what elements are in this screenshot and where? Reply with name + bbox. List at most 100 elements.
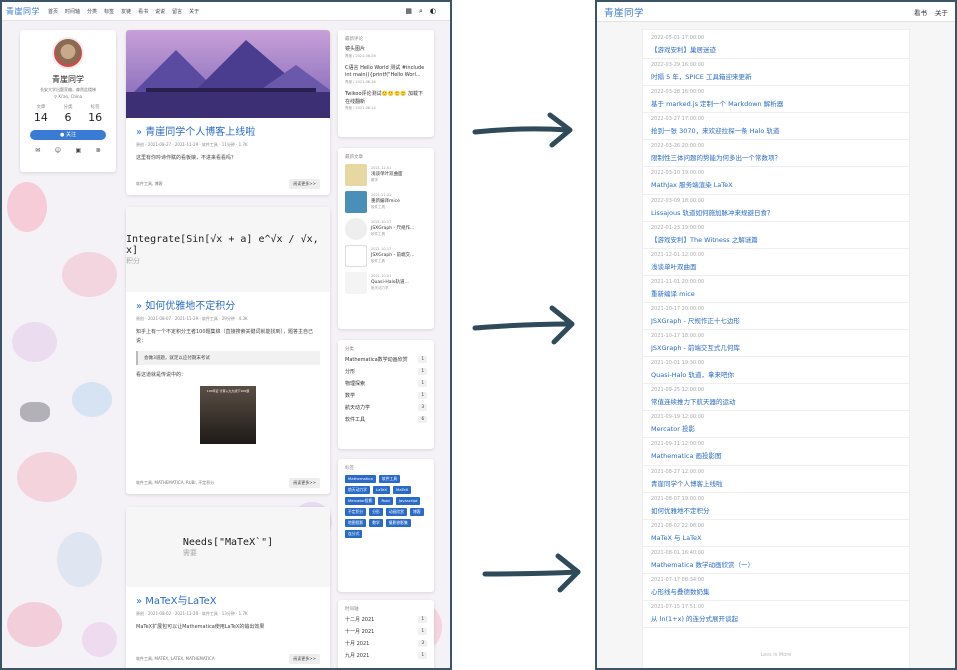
recent-post-item[interactable]: 2021-10-01 Quasi-Halo轨道... 航天动力学: [345, 272, 427, 294]
post-title[interactable]: » MaTeX与LaTeX: [136, 592, 320, 607]
archive-row: 2021-07-17 08:34:00 心形线与叠德数奶集: [643, 574, 909, 601]
read-more-button[interactable]: 阅读更多>>: [289, 179, 320, 189]
archive-post-link[interactable]: JSXGraph - 尺规作正十七边形: [651, 315, 901, 325]
read-more-button[interactable]: 阅读更多>>: [289, 478, 320, 488]
archive-post-link[interactable]: Mercator 投影: [651, 423, 901, 433]
nav-item-books[interactable]: 看书: [914, 7, 927, 17]
stat-tags[interactable]: 标签 16: [88, 104, 102, 124]
tag-chip[interactable]: 数学: [369, 519, 383, 527]
nav-item-about[interactable]: 关于: [935, 7, 948, 17]
post-title[interactable]: » 如何优雅地不定积分: [136, 297, 320, 312]
tag-chip[interactable]: 连分式: [345, 530, 363, 538]
archive-month-item[interactable]: 十二月 2021 1: [345, 616, 427, 623]
nav-item-links[interactable]: 友链: [121, 8, 131, 15]
tag-chip[interactable]: 摄影修影集: [385, 519, 411, 527]
tag-chip[interactable]: 航天动力学: [345, 486, 370, 494]
tag-chip[interactable]: 动画欣赏: [385, 508, 407, 516]
archive-post-link[interactable]: Mathematica 画投影图: [651, 450, 901, 460]
recent-post-item[interactable]: 2021-10-17 JSXGraph - 尺规作... 软件工具: [345, 218, 427, 240]
archive-post-link[interactable]: 浅谈单叶双曲面: [651, 261, 901, 271]
rss-icon[interactable]: ⋑: [96, 147, 101, 154]
tag-chip[interactable]: 分形: [369, 508, 383, 516]
tag-chip[interactable]: Rubi: [378, 497, 393, 505]
archive-post-link[interactable]: MaTeX 与 LaTeX: [651, 532, 901, 542]
archive-post-link[interactable]: 如何优雅地不定积分: [651, 505, 901, 515]
post-meta: 原创 · 2021-08-02 · 2021-11-29 · 软件工具 · 13…: [136, 611, 248, 616]
recent-post-item[interactable]: 2021-12-01 浅谈单叶双曲面 数学: [345, 164, 427, 186]
chat-icon[interactable]: ☺: [55, 147, 61, 154]
site-logo[interactable]: 青崖同学: [6, 6, 40, 17]
archive-post-link[interactable]: 【游戏安利】巢居迷迹: [651, 44, 901, 54]
post-tags[interactable]: 软件工具, 博客: [136, 181, 163, 187]
archive-month-item[interactable]: 十月 2021 3: [345, 640, 427, 647]
archive-post-link[interactable]: Lissajous 轨道如何施加脉冲来规避日食？: [651, 207, 901, 217]
post-tags[interactable]: 软件工具, MATHEMATICA, RUBI, 不定积分: [136, 480, 214, 486]
archive-post-link[interactable]: 心形线与叠德数奶集: [651, 586, 901, 596]
archive-post-link[interactable]: MathJax 服务端渲染 LaTeX: [651, 179, 901, 189]
archive-post-link[interactable]: 青崖同学个人博客上线啦: [651, 478, 901, 488]
archive-post-link[interactable]: 抢到一张 3070，来欢迎拉探一条 Halo 轨道: [651, 125, 901, 135]
archive-post-link[interactable]: 重新编译 mice: [651, 288, 901, 298]
tag-chip[interactable]: Mathematica: [345, 475, 376, 483]
archive-post-link[interactable]: Mathematica 数学动画欣赏（一）: [651, 559, 901, 569]
nav-item-about[interactable]: 关于: [189, 8, 199, 15]
site-logo[interactable]: 青崖同学: [604, 5, 644, 19]
stat-posts[interactable]: 文章 14: [34, 104, 48, 124]
post-excerpt-2: 看这道就是传说中的：: [136, 372, 187, 378]
archive-post-link[interactable]: Quasi-Halo 轨道，拿来吧你: [651, 369, 901, 379]
archive-post-link[interactable]: 时隔 5 年，SPICE 工具箱迎来更新: [651, 71, 901, 81]
recent-post-item[interactable]: 2021-10-17 JSXGraph - 前端交... 软件工具: [345, 245, 427, 267]
tag-chip[interactable]: 不定积分: [345, 508, 367, 516]
archive-post-link[interactable]: JSXGraph - 前端交互式几何库: [651, 342, 901, 352]
comment-item[interactable]: C语言 Hello World 测试 #include int main(){p…: [345, 65, 427, 85]
follow-button[interactable]: ● 关注: [30, 130, 106, 140]
archive-post-link[interactable]: 限制性三体问题的势能为何多出一个常数项？: [651, 152, 901, 162]
category-item[interactable]: 航天动力学 3: [345, 404, 427, 411]
post-cover-formula[interactable]: Integrate[Sin[√x + a] e^√x / √x, x] 积分: [126, 207, 330, 292]
email-icon[interactable]: ✉: [35, 147, 40, 154]
tag-chip[interactable]: MaTeX: [393, 486, 412, 494]
comment-item[interactable]: 镜头图片 青崖 / 2021-08-26: [345, 46, 427, 59]
footer-slogan: Less is More: [760, 652, 792, 658]
tag-chip[interactable]: Mercator投影: [345, 497, 376, 505]
nav-item-home[interactable]: 首页: [48, 8, 58, 15]
archive-post-link[interactable]: 基于 marked.js 定制一个 Markdown 解析器: [651, 98, 901, 108]
dark-mode-icon[interactable]: ◐: [430, 7, 436, 16]
post-cover-formula[interactable]: Needs["MaTeX`"] 需要: [126, 507, 330, 587]
post-inline-image[interactable]: 100年证 计算入九九线下100题: [200, 385, 256, 444]
archive-month-item[interactable]: 九月 2021 1: [345, 652, 427, 659]
nav-item-timeline[interactable]: 时间轴: [65, 8, 80, 15]
archive-post-link[interactable]: 从 ln(1+x) 的连分式展开谈起: [651, 613, 901, 623]
bilibili-icon[interactable]: ▣: [76, 147, 82, 154]
nav-item-categories[interactable]: 分类: [87, 8, 97, 15]
tag-chip[interactable]: 地图投影: [345, 519, 367, 527]
search-icon[interactable]: ⌕: [419, 7, 423, 16]
category-item[interactable]: 分形 1: [345, 368, 427, 375]
tag-chip[interactable]: LaTeX: [372, 486, 391, 494]
post-title[interactable]: » 青崖同学个人博客上线啦: [136, 123, 320, 138]
recent-post-item[interactable]: 2021-11-01 重新编译mice 软件工具: [345, 191, 427, 213]
tag-chip[interactable]: Javascript: [395, 497, 421, 505]
category-item[interactable]: 数学 1: [345, 392, 427, 399]
archive-month-item[interactable]: 十一月 2021 1: [345, 628, 427, 635]
comment-item[interactable]: Twikoo评论测试🙂🙂🙂🙂 加载下在线翻新 青崖 / 2021-08-24: [345, 91, 427, 111]
archive-row: 2022-03-09 18:00:00 Lissajous 轨道如何施加脉冲来规避…: [643, 195, 909, 222]
category-item[interactable]: Mathematica数学动画欣赏 1: [345, 356, 427, 363]
archive-post-link[interactable]: 【游戏安利】The Witness 之解谜篇: [651, 234, 901, 244]
nav-item-tags[interactable]: 标签: [104, 8, 114, 15]
sidebar-categories: 分类 Mathematica数学动画欣赏 1 分形 1 物理探索 1 数学 1 航天动力…: [338, 340, 434, 449]
map-icon[interactable]: ▦: [405, 7, 412, 16]
post-tags[interactable]: 软件工具, MATEX, LATEX, MATHEMATICA: [136, 656, 215, 662]
archive-post-link[interactable]: 常值连续推力下航天器的运动: [651, 396, 901, 406]
read-more-button[interactable]: 阅读更多>>: [289, 654, 320, 664]
category-item[interactable]: 软件工具 6: [345, 416, 427, 423]
nav-item-books[interactable]: 看书: [138, 8, 148, 15]
category-item[interactable]: 物理探索 1: [345, 380, 427, 387]
nav-item-talks[interactable]: 说说: [155, 8, 165, 15]
post-cover-image[interactable]: [126, 30, 330, 118]
stat-categories[interactable]: 分类 6: [63, 104, 72, 124]
nav-item-message[interactable]: 留言: [172, 8, 182, 15]
tag-chip[interactable]: 软件工具: [378, 475, 401, 483]
tag-chip[interactable]: 博客: [409, 508, 424, 516]
archive-list: 2022-05-01 17:00:00 【游戏安利】巢居迷迹 2022-03-29 …: [642, 29, 910, 668]
